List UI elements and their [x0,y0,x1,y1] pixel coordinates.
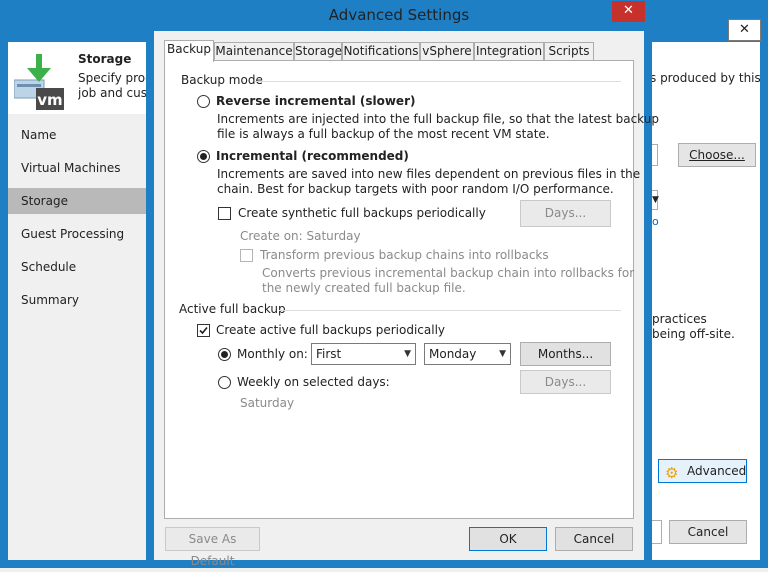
monthly-radio[interactable] [218,348,231,361]
synthetic-full-label[interactable]: Create synthetic full backups periodical… [238,206,486,220]
tab-vsphere[interactable]: vSphere [420,42,474,61]
nav-item-storage[interactable]: Storage [8,188,148,214]
advanced-settings-dialog: Advanced Settings ✕ Backup Maintenance S… [146,0,659,568]
tab-scripts[interactable]: Scripts [544,42,594,61]
wizard-step-description: Specify proce job and custo [78,71,150,100]
synthetic-days-button[interactable]: Days... [520,200,611,227]
radio-selected-dot [221,351,228,358]
tab-maintenance[interactable]: Maintenance [214,42,294,61]
nav-item-name[interactable]: Name [8,122,148,148]
transform-rollbacks-label[interactable]: Transform previous backup chains into ro… [260,248,549,262]
nav-item-virtual-machines[interactable]: Virtual Machines [8,155,148,181]
save-as-default-button[interactable]: Save As Default [165,527,260,568]
backup-mode-divider [255,81,621,82]
weekly-label[interactable]: Weekly on selected days: [237,375,390,389]
active-full-divider [279,310,621,311]
tab-integration[interactable]: Integration [474,42,544,61]
advanced-button-label: Advanced [687,464,747,478]
synthetic-full-checkbox[interactable] [218,207,231,220]
weekday-select[interactable]: Monday ▼ [424,343,511,365]
gear-icon: ⚙ [665,464,679,482]
transform-desc-2: the newly created full backup file. [262,281,466,295]
nav-item-schedule[interactable]: Schedule [8,254,148,280]
active-full-label[interactable]: Create active full backups periodically [216,323,445,337]
weekly-days-button[interactable]: Days... [520,370,611,394]
dialog-client-area: Backup Maintenance Storage Notifications… [154,31,659,568]
ordinal-select-value: First [316,347,342,361]
active-full-checkbox[interactable] [197,324,210,337]
transform-desc-1: Converts previous incremental backup cha… [262,266,635,280]
active-full-group-label: Active full backup [179,302,286,316]
incremental-label[interactable]: Incremental (recommended) [216,149,409,163]
weekly-radio[interactable] [218,376,231,389]
reverse-incremental-desc-2: file is always a full backup of the most… [217,127,550,141]
recommendation-line-1: practices [652,312,707,326]
storage-vm-icon: vm [13,54,64,110]
path-field-edge[interactable] [652,144,658,166]
wizard-step-description-tail: s produced by this [650,71,761,85]
recommendation-line-2: being off-site. [652,327,735,341]
create-on-text: Create on: Saturday [240,229,361,243]
checkmark-icon [199,326,208,335]
monthly-label[interactable]: Monthly on: [237,347,308,361]
advanced-button[interactable]: ⚙ Advanced [658,459,747,483]
chevron-down-icon: ▼ [499,349,506,359]
incremental-radio[interactable] [197,150,210,163]
wizard-step-nav: Name Virtual Machines Storage Guest Proc… [8,114,148,560]
retention-spinner-edge[interactable]: ▼ [652,190,659,210]
weekly-day-text: Saturday [240,396,295,410]
weekday-select-value: Monday [429,347,477,361]
reverse-incremental-label[interactable]: Reverse incremental (slower) [216,94,415,108]
choose-button[interactable]: Choose... [678,143,756,167]
tab-storage[interactable]: Storage [294,42,342,61]
backup-tab-panel: Backup mode Reverse incremental (slower)… [164,60,659,519]
finish-button-edge[interactable] [652,520,662,544]
tab-backup[interactable]: Backup [164,40,214,62]
background-close-button[interactable]: ✕ [728,19,761,41]
info-mark: o [652,215,659,228]
wizard-step-title: Storage [78,52,132,66]
background-cancel-button[interactable]: Cancel [669,520,747,544]
months-button[interactable]: Months... [520,342,611,366]
transform-rollbacks-checkbox[interactable] [240,249,253,262]
cancel-button[interactable]: Cancel [555,527,633,551]
ok-button[interactable]: OK [469,527,547,551]
incremental-desc-2: chain. Best for backup targets with poor… [217,182,614,196]
svg-text:vm: vm [37,91,62,109]
backup-mode-group-label: Backup mode [181,73,263,87]
nav-item-guest-processing[interactable]: Guest Processing [8,221,148,247]
tab-notifications[interactable]: Notifications [342,42,420,61]
dialog-close-button[interactable]: ✕ [612,1,645,22]
chevron-down-icon: ▼ [404,349,411,359]
incremental-desc-1: Increments are saved into new files depe… [217,167,641,181]
nav-item-summary[interactable]: Summary [8,287,148,313]
radio-selected-dot [200,153,207,160]
ordinal-select[interactable]: First ▼ [311,343,416,365]
reverse-incremental-desc-1: Increments are injected into the full ba… [217,112,659,126]
dialog-title: Advanced Settings [328,6,470,24]
reverse-incremental-radio[interactable] [197,95,210,108]
